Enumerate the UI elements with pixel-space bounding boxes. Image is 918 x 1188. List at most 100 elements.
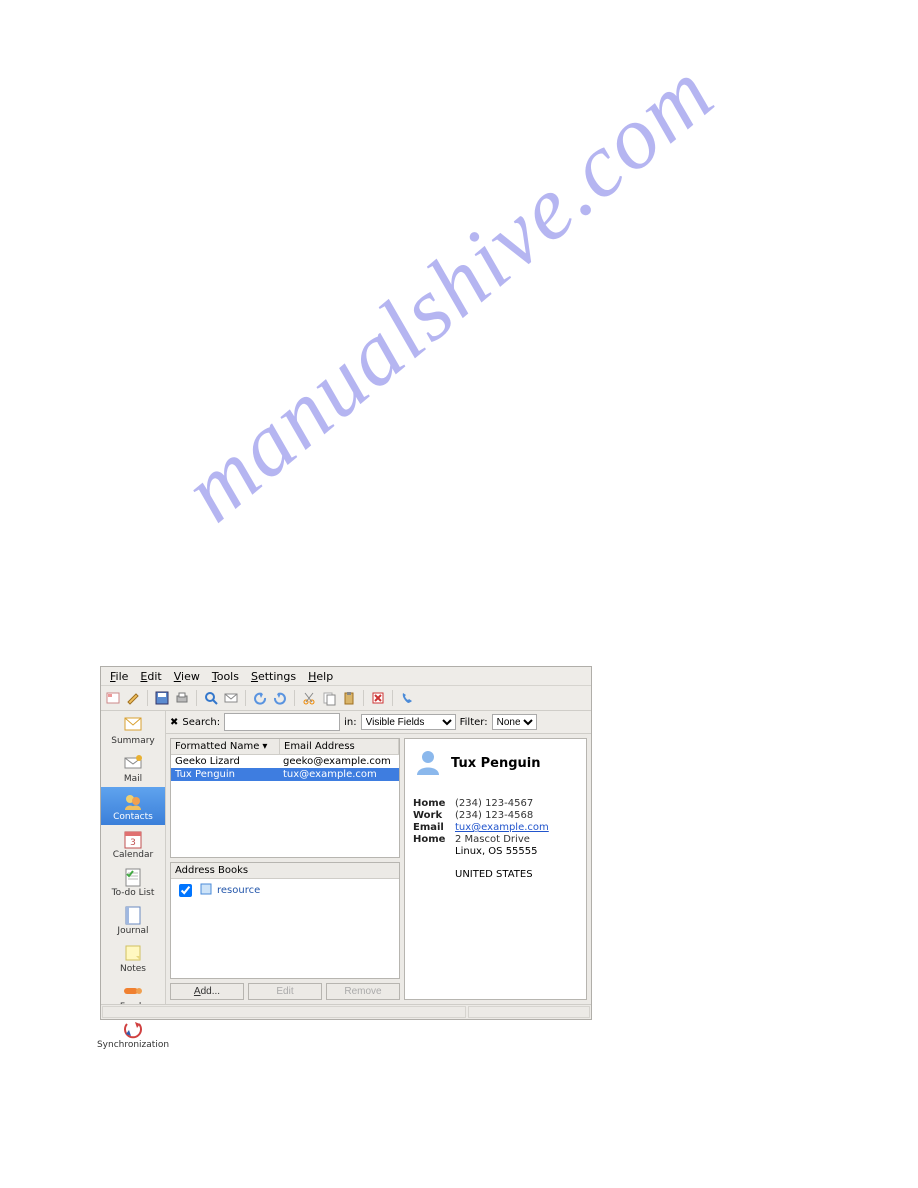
in-label: in:: [344, 717, 357, 728]
phone-icon[interactable]: [399, 690, 415, 706]
search-icon[interactable]: [203, 690, 219, 706]
cell-name: Tux Penguin: [171, 768, 279, 781]
field-label: Home: [413, 798, 449, 809]
ab-checkbox[interactable]: [179, 884, 192, 897]
field-value[interactable]: tux@example.com: [455, 822, 549, 833]
search-label: Search:: [182, 717, 220, 728]
detail-field: Email tux@example.com: [413, 822, 578, 833]
contact-name: Tux Penguin: [451, 756, 540, 771]
sidebar-item-synchronization[interactable]: Synchronization: [101, 1015, 165, 1053]
sidebar-label: Summary: [111, 736, 155, 746]
field-label: Email: [413, 822, 449, 833]
menu-edit[interactable]: Edit: [135, 670, 166, 683]
sidebar-label: Notes: [120, 964, 146, 974]
kontact-window: File Edit View Tools Settings Help Summa…: [100, 666, 592, 1020]
sort-down-icon: ▾: [262, 741, 267, 752]
cell-name: Geeko Lizard: [171, 755, 279, 768]
sidebar: Summary Mail Contacts 3Calendar To-do List Jo…: [101, 711, 166, 1004]
button-row: Add... Edit Remove: [170, 983, 400, 1000]
sidebar-item-to-do-list[interactable]: To-do List: [101, 863, 165, 901]
address-book-title: Address Books: [171, 863, 399, 879]
sidebar-label: Mail: [124, 774, 142, 784]
paste-icon[interactable]: [341, 690, 357, 706]
book-icon: [199, 882, 213, 899]
separator: [392, 690, 393, 706]
remove-button[interactable]: Remove: [326, 983, 400, 1000]
ab-label: resource: [217, 885, 260, 896]
sidebar-item-notes[interactable]: Notes: [101, 939, 165, 977]
list-header: Formatted Name ▾ Email Address: [171, 739, 399, 755]
delete-icon[interactable]: [370, 690, 386, 706]
status-bar: [101, 1004, 591, 1019]
mail-icon[interactable]: [223, 690, 239, 706]
edit-icon[interactable]: [125, 690, 141, 706]
edit-button[interactable]: Edit: [248, 983, 322, 1000]
cut-icon[interactable]: [301, 690, 317, 706]
separator: [363, 690, 364, 706]
undo-icon[interactable]: [252, 690, 268, 706]
detail-field: Home (234) 123-4567: [413, 798, 578, 809]
print-icon[interactable]: [174, 690, 190, 706]
addr-country: UNITED STATES: [455, 869, 578, 880]
journal-icon: [121, 904, 145, 926]
address-book-item[interactable]: resource: [171, 879, 399, 902]
separator: [147, 690, 148, 706]
sidebar-label: Contacts: [113, 812, 153, 822]
search-bar: ✖ Search: in: Visible Fields Filter: Non…: [166, 711, 591, 734]
separator: [196, 690, 197, 706]
save-icon[interactable]: [154, 690, 170, 706]
watermark: manualshive.com: [164, 41, 734, 542]
sidebar-label: Synchronization: [97, 1040, 169, 1050]
addr-line2: Linux, OS 55555: [455, 846, 578, 857]
menu-tools[interactable]: Tools: [207, 670, 244, 683]
contacts-icon: [121, 790, 145, 812]
calendar-icon: 3: [121, 828, 145, 850]
contact-list: Formatted Name ▾ Email Address Geeko Liz…: [170, 738, 400, 858]
contact-detail: Tux Penguin Home (234) 123-4567Work(234) …: [404, 738, 587, 1000]
sidebar-item-mail[interactable]: Mail: [101, 749, 165, 787]
filter-label: Filter:: [460, 717, 488, 728]
field-value: 2 Mascot Drive: [455, 834, 530, 845]
cell-email: geeko@example.com: [279, 755, 399, 768]
search-input[interactable]: [224, 713, 340, 731]
clear-search-icon[interactable]: ✖: [170, 717, 178, 728]
address-book-panel: Address Books resource: [170, 862, 400, 979]
sidebar-item-calendar[interactable]: 3Calendar: [101, 825, 165, 863]
mail-icon: [121, 752, 145, 774]
notes-icon: [121, 942, 145, 964]
in-select[interactable]: Visible Fields: [361, 714, 456, 730]
menu-help[interactable]: Help: [303, 670, 338, 683]
col-name[interactable]: Formatted Name ▾: [171, 739, 280, 754]
summary-icon: [121, 714, 145, 736]
menu-settings[interactable]: Settings: [246, 670, 301, 683]
synchronization-icon: [121, 1018, 145, 1040]
field-label: Work: [413, 810, 449, 821]
copy-icon[interactable]: [321, 690, 337, 706]
sidebar-item-summary[interactable]: Summary: [101, 711, 165, 749]
filter-select[interactable]: None: [492, 714, 537, 730]
table-row[interactable]: Geeko Lizardgeeko@example.com: [171, 755, 399, 768]
col-email[interactable]: Email Address: [280, 739, 399, 754]
to-do list-icon: [121, 866, 145, 888]
redo-icon[interactable]: [272, 690, 288, 706]
sidebar-label: Journal: [117, 926, 148, 936]
menu-view[interactable]: View: [169, 670, 205, 683]
sidebar-label: To-do List: [112, 888, 155, 898]
menubar: File Edit View Tools Settings Help: [101, 667, 591, 686]
feeds-icon: [121, 980, 145, 1002]
menu-file[interactable]: File: [105, 670, 133, 683]
table-row[interactable]: Tux Penguintux@example.com: [171, 768, 399, 781]
detail-field: Work(234) 123-4568: [413, 810, 578, 821]
field-value: (234) 123-4567: [455, 798, 533, 809]
sidebar-item-journal[interactable]: Journal: [101, 901, 165, 939]
main-area: ✖ Search: in: Visible Fields Filter: Non…: [166, 711, 591, 1004]
svg-text:3: 3: [130, 838, 136, 848]
toolbar: [101, 686, 591, 711]
left-pane: Formatted Name ▾ Email Address Geeko Liz…: [170, 738, 400, 1000]
detail-field: Home2 Mascot Drive: [413, 834, 578, 845]
new-card-icon[interactable]: [105, 690, 121, 706]
add-button[interactable]: Add...: [170, 983, 244, 1000]
sidebar-item-contacts[interactable]: Contacts: [101, 787, 165, 825]
avatar-icon: [413, 747, 443, 780]
cell-email: tux@example.com: [279, 768, 399, 781]
